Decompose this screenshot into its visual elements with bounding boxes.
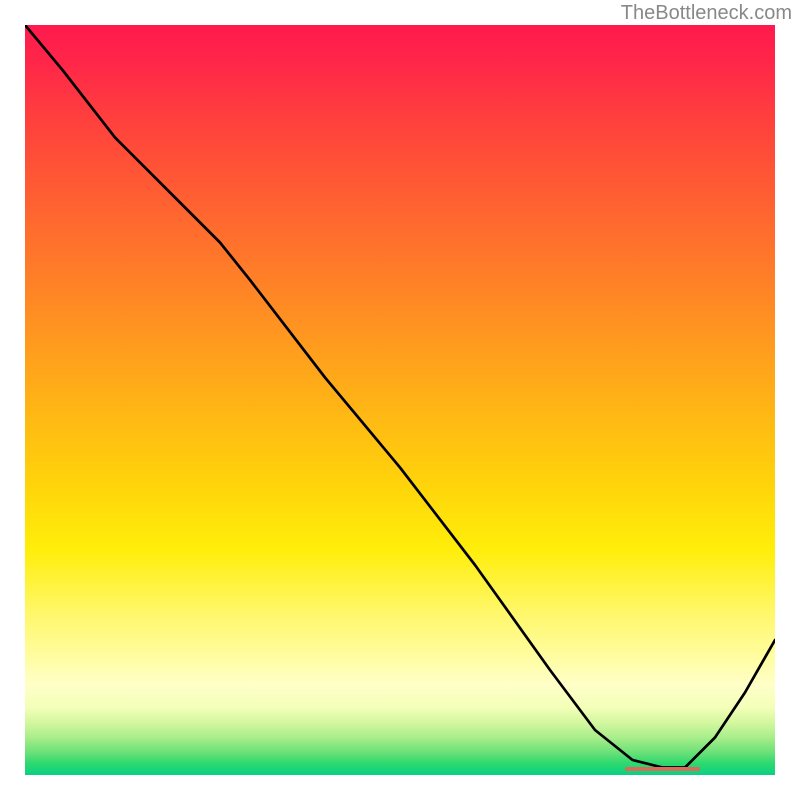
chart-curve	[25, 25, 775, 775]
plot-area	[25, 25, 775, 775]
chart-container	[25, 25, 775, 775]
optimal-marker	[625, 767, 700, 771]
watermark-text: TheBottleneck.com	[621, 2, 792, 25]
